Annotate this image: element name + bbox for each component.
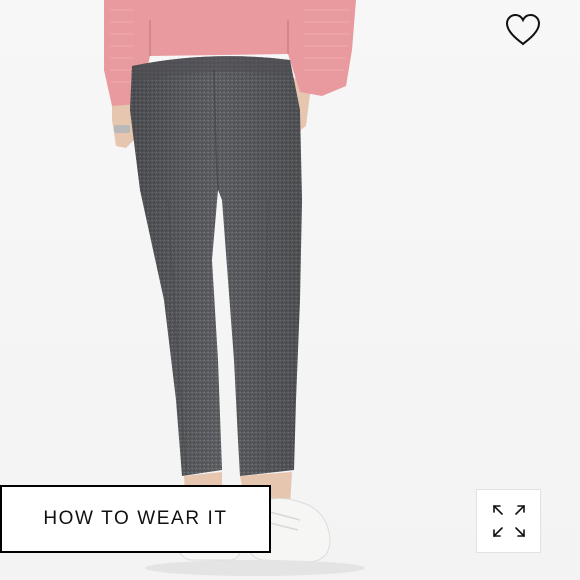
how-to-wear-button[interactable]: HOW TO WEAR IT <box>0 485 271 553</box>
expand-image-button[interactable] <box>476 489 541 553</box>
heart-outline-icon <box>505 13 541 46</box>
product-image-viewer: HOW TO WEAR IT <box>0 0 580 580</box>
how-to-wear-label: HOW TO WEAR IT <box>43 508 228 529</box>
wishlist-button[interactable] <box>500 8 546 52</box>
expand-arrows-icon <box>492 505 525 537</box>
